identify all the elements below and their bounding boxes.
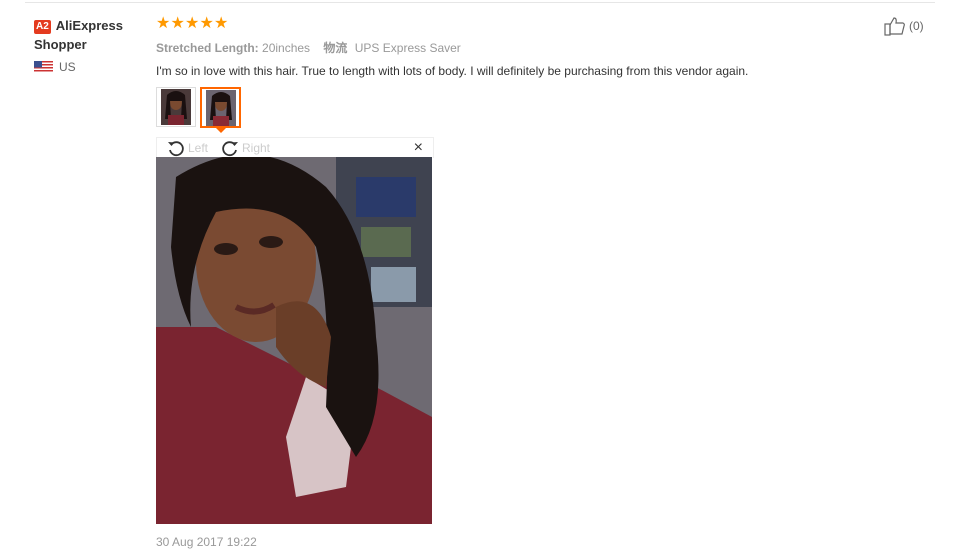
rating-stars: ★ ★ ★ ★ ★ [156,16,229,32]
helpful-count: (0) [909,19,924,33]
rotate-right-label: Right [242,141,271,155]
review-text: I'm so in love with this hair. True to l… [156,64,749,78]
reviewer-info: A2 AliExpress Shopper US [34,16,149,74]
star-icon: ★ [170,15,185,32]
rotate-left-button[interactable]: Left [167,139,208,157]
close-viewer-button[interactable]: × [414,139,423,157]
rotate-right-button[interactable]: Right [221,139,270,157]
top-divider [25,2,935,3]
star-icon: ★ [156,15,171,32]
photo-viewer-toolbar: Left Right × [156,137,434,158]
length-label: Stretched Length: [156,41,259,55]
review-photo [156,157,432,524]
photo-thumbnails [156,87,245,128]
helpful-button[interactable]: (0) [884,16,924,36]
reviewer-name-row: A2 AliExpress Shopper [34,16,149,54]
thumbnail-image-icon [161,89,191,125]
star-icon: ★ [214,15,229,32]
order-attributes: Stretched Length: 20inches 物流 UPS Expres… [156,39,471,56]
thumbs-up-icon [884,17,905,36]
review-date: 30 Aug 2017 19:22 [156,535,257,549]
rotate-right-icon [222,141,238,157]
rotate-left-icon [168,141,184,157]
length-value: 20inches [262,41,311,55]
thumbnail-image-icon [205,89,236,126]
photo-thumbnail-selected[interactable] [200,87,241,128]
reviewer-country: US [34,60,149,74]
us-flag-icon [34,61,53,73]
review-photo-image [156,157,432,524]
country-code: US [59,60,76,74]
shipping-label: 物流 [323,41,348,55]
selected-thumb-pointer [215,127,227,133]
level-badge: A2 [34,20,51,34]
rotate-left-label: Left [188,141,209,155]
star-icon: ★ [199,15,214,32]
photo-thumbnail[interactable] [156,87,196,127]
shipping-value: UPS Express Saver [354,41,461,55]
star-icon: ★ [185,15,200,32]
